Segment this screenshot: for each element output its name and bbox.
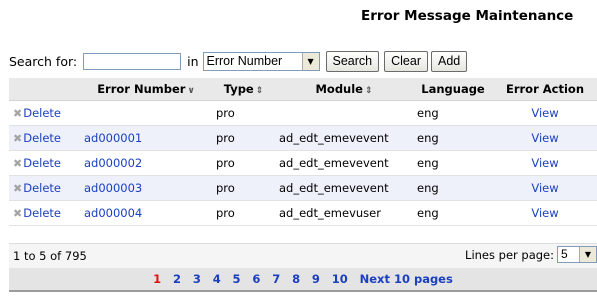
col-header-type[interactable]: Type ⇕	[212, 78, 275, 101]
delete-cell: ✖Delete	[9, 125, 80, 151]
table-row: ✖Delete ad000001 pro ad_edt_emevevent en…	[9, 125, 597, 151]
delete-link[interactable]: Delete	[23, 106, 61, 120]
page-link[interactable]: 2	[173, 272, 181, 286]
sort-icon: ⇕	[364, 86, 373, 96]
pagination: 1 2 3 4 5 6 7 8 9 10 Next 10 pages	[9, 268, 597, 292]
error-number-cell: ad000004	[80, 200, 212, 226]
page-link[interactable]: 9	[312, 272, 320, 286]
x-icon: ✖	[13, 207, 23, 220]
x-icon: ✖	[13, 182, 23, 195]
col-header-error-number-label: Error Number	[97, 82, 186, 96]
type-cell: pro	[212, 100, 275, 126]
x-icon: ✖	[13, 107, 23, 120]
x-icon: ✖	[13, 132, 23, 145]
page-link[interactable]: 4	[213, 272, 221, 286]
delete-link[interactable]: Delete	[23, 156, 61, 170]
clear-button[interactable]: Clear	[384, 50, 428, 72]
language-cell: eng	[413, 175, 493, 201]
view-link[interactable]: View	[531, 106, 558, 120]
page-link[interactable]: 3	[193, 272, 201, 286]
col-header-delete	[9, 78, 80, 101]
search-bar: Search for: in Error Number ▼ Search Cle…	[9, 50, 468, 72]
module-cell: ad_edt_emevevent	[275, 125, 413, 151]
next-pages-link[interactable]: Next 10 pages	[360, 272, 453, 286]
module-cell: ad_edt_emevevent	[275, 150, 413, 176]
action-cell: View	[493, 175, 597, 201]
error-number-link[interactable]: ad000001	[84, 131, 142, 145]
lines-per-page-select[interactable]: 5 ▼	[557, 246, 597, 263]
lines-per-page-value: 5	[561, 247, 568, 261]
table-row: ✖Delete ad000004 pro ad_edt_emevuser eng…	[9, 200, 597, 226]
action-cell: View	[493, 200, 597, 226]
delete-cell: ✖Delete	[9, 100, 80, 126]
sort-icon: ⇕	[255, 86, 264, 96]
language-cell: eng	[413, 200, 493, 226]
view-link[interactable]: View	[531, 156, 558, 170]
error-number-cell	[80, 100, 212, 126]
dropdown-arrow-icon[interactable]: ▼	[301, 52, 319, 70]
page-link[interactable]: 6	[252, 272, 260, 286]
table-row: ✖Delete ad000002 pro ad_edt_emevevent en…	[9, 150, 597, 176]
search-field-select[interactable]: Error Number ▼	[202, 51, 320, 71]
module-cell: ad_edt_emevevent	[275, 175, 413, 201]
page-link[interactable]: 8	[292, 272, 300, 286]
table-footer: 1 to 5 of 795 Lines per page: 5 ▼	[9, 243, 597, 269]
error-table-container: Error Number ∨ Type ⇕ Module ⇕ Language Err…	[9, 78, 597, 226]
table-header-row: Error Number ∨ Type ⇕ Module ⇕ Language Err…	[9, 78, 597, 101]
page-link[interactable]: 5	[233, 272, 241, 286]
type-cell: pro	[212, 200, 275, 226]
view-link[interactable]: View	[531, 131, 558, 145]
language-cell: eng	[413, 100, 493, 126]
type-cell: pro	[212, 150, 275, 176]
delete-link[interactable]: Delete	[23, 131, 61, 145]
chevron-down-icon: ∨	[187, 86, 195, 96]
type-cell: pro	[212, 175, 275, 201]
col-header-error-action: Error Action	[493, 78, 597, 101]
table-row: ✖Delete pro eng View	[9, 100, 597, 126]
module-cell: ad_edt_emevuser	[275, 200, 413, 226]
search-label: Search for:	[9, 53, 78, 69]
record-count: 1 to 5 of 795	[13, 249, 87, 263]
error-number-cell: ad000001	[80, 125, 212, 151]
error-number-cell: ad000003	[80, 175, 212, 201]
add-button[interactable]: Add	[431, 50, 468, 72]
delete-link[interactable]: Delete	[23, 206, 61, 220]
col-header-module-label: Module	[315, 82, 363, 96]
col-header-language: Language	[413, 78, 493, 101]
table-row: ✖Delete ad000003 pro ad_edt_emevevent en…	[9, 175, 597, 201]
view-link[interactable]: View	[531, 181, 558, 195]
delete-cell: ✖Delete	[9, 150, 80, 176]
col-header-error-number[interactable]: Error Number ∨	[80, 78, 212, 101]
action-cell: View	[493, 150, 597, 176]
action-cell: View	[493, 100, 597, 126]
delete-link[interactable]: Delete	[23, 181, 61, 195]
language-cell: eng	[413, 150, 493, 176]
col-header-module[interactable]: Module ⇕	[275, 78, 413, 101]
lines-per-page-label: Lines per page:	[465, 247, 554, 262]
type-cell: pro	[212, 125, 275, 151]
page-link[interactable]: 7	[272, 272, 280, 286]
error-number-cell: ad000002	[80, 150, 212, 176]
dropdown-arrow-icon[interactable]: ▼	[579, 247, 596, 262]
search-button[interactable]: Search	[325, 50, 380, 72]
action-cell: View	[493, 125, 597, 151]
error-table: Error Number ∨ Type ⇕ Module ⇕ Language Err…	[9, 78, 597, 226]
language-cell: eng	[413, 125, 493, 151]
search-input[interactable]	[83, 52, 182, 70]
error-number-link[interactable]: ad000002	[84, 156, 142, 170]
module-cell	[275, 100, 413, 126]
delete-cell: ✖Delete	[9, 200, 80, 226]
page-link[interactable]: 10	[332, 272, 348, 286]
error-number-link[interactable]: ad000004	[84, 206, 142, 220]
col-header-type-label: Type	[223, 82, 254, 96]
in-label: in	[187, 53, 199, 69]
x-icon: ✖	[13, 157, 23, 170]
page-title: Error Message Maintenance	[361, 8, 574, 24]
view-link[interactable]: View	[531, 206, 558, 220]
page-link-current[interactable]: 1	[153, 272, 161, 286]
delete-cell: ✖Delete	[9, 175, 80, 201]
search-field-value: Error Number	[203, 52, 302, 70]
lines-per-page: Lines per page: 5 ▼	[465, 246, 597, 263]
error-number-link[interactable]: ad000003	[84, 181, 142, 195]
